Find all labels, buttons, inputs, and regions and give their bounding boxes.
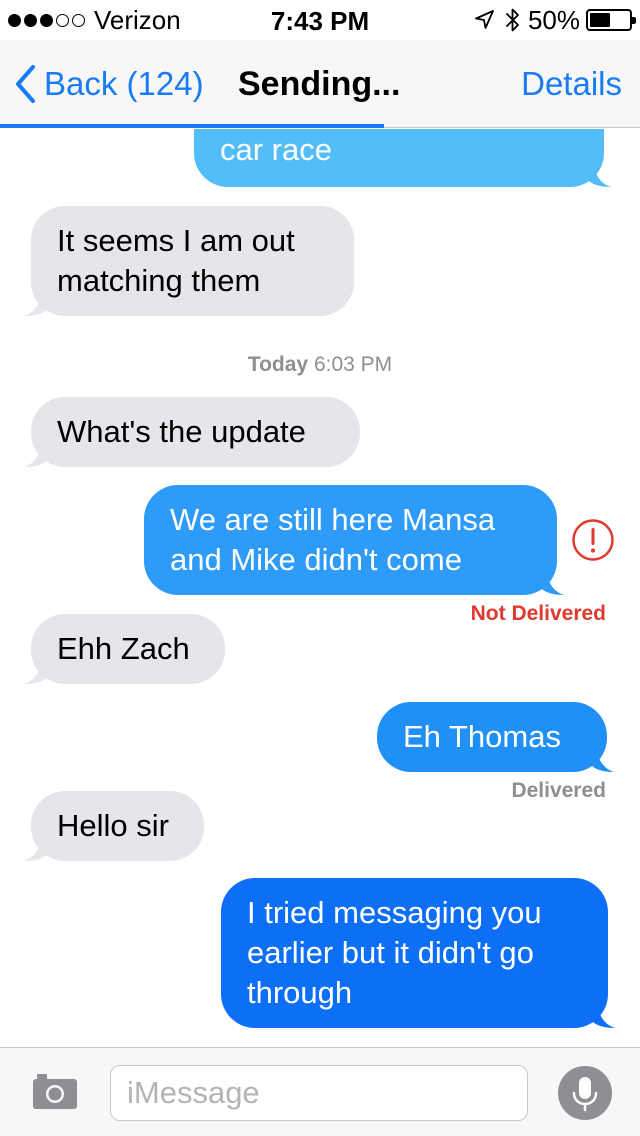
- battery-icon: [586, 9, 636, 31]
- microphone-icon: [572, 1077, 598, 1112]
- camera-icon[interactable]: [30, 1071, 80, 1111]
- not-delivered-status: Not Delivered: [470, 602, 606, 625]
- incoming-message-bubble[interactable]: Hello sir: [24, 791, 204, 861]
- send-progress-bar: [0, 124, 384, 128]
- bubble-tail: [24, 439, 48, 467]
- message-text: Eh Thomas: [403, 719, 561, 754]
- navigation-bar: Back (124) Sending... Details: [0, 40, 640, 128]
- details-button[interactable]: Details: [521, 62, 622, 106]
- message-text-line: through: [247, 975, 353, 1010]
- status-bar: Verizon 7:43 PM 50%: [0, 0, 640, 40]
- message-field[interactable]: [110, 1065, 528, 1121]
- message-input-bar: [0, 1047, 640, 1136]
- nav-title: Sending...: [238, 65, 401, 103]
- incoming-message-bubble[interactable]: Ehh Zach: [24, 614, 225, 684]
- bluetooth-icon: [506, 8, 519, 32]
- bubble-tail: [591, 1000, 615, 1028]
- battery-fill: [590, 13, 611, 27]
- message-text-line: We are still here Mansa: [170, 502, 496, 537]
- message-text: Ehh Zach: [57, 631, 190, 666]
- status-indicators: 50%: [472, 4, 636, 35]
- imessage-input[interactable]: [111, 1066, 527, 1120]
- bubble-tail: [587, 159, 611, 187]
- battery-percentage: 50%: [527, 4, 580, 35]
- microphone-button[interactable]: [558, 1066, 612, 1120]
- message-text-line: I tried messaging you: [247, 895, 542, 930]
- outgoing-message-bubble[interactable]: car race: [194, 129, 611, 187]
- message-text-line: matching them: [57, 263, 261, 298]
- delivered-status: Delivered: [511, 779, 606, 802]
- message-text: Hello sir: [57, 808, 169, 843]
- incoming-message-bubble[interactable]: It seems I am out matching them: [24, 206, 354, 316]
- outgoing-message-bubble[interactable]: We are still here Mansa and Mike didn't …: [144, 485, 564, 595]
- bubble-tail: [540, 567, 564, 595]
- back-button-label: Back (124): [44, 65, 204, 102]
- battery-nub: [632, 17, 636, 24]
- bubble-tail: [24, 656, 48, 684]
- outgoing-message-bubble[interactable]: I tried messaging you earlier but it did…: [221, 878, 615, 1028]
- timestamp-time: 6:03 PM: [313, 353, 393, 376]
- back-button[interactable]: Back (124): [14, 62, 204, 106]
- timestamp-day: Today: [247, 353, 309, 376]
- bubble-tail: [24, 288, 48, 316]
- conversation-timestamp: Today 6:03 PM: [0, 353, 640, 377]
- message-text-line: It seems I am out: [57, 223, 295, 258]
- message-text: What's the update: [57, 414, 306, 449]
- message-text-line: and Mike didn't come: [170, 542, 462, 577]
- bubble-tail: [24, 833, 48, 861]
- bubble-tail: [590, 744, 614, 772]
- exclamation-circle-icon[interactable]: [571, 518, 615, 562]
- message-text: car race: [220, 132, 332, 167]
- outgoing-message-bubble[interactable]: Eh Thomas: [377, 702, 614, 772]
- location-arrow-icon: [475, 10, 494, 29]
- message-transcript[interactable]: car race It seems I am out matching them…: [0, 129, 640, 1047]
- incoming-message-bubble[interactable]: What's the update: [24, 397, 360, 467]
- message-text-line: earlier but it didn't go: [247, 935, 534, 970]
- chevron-left-icon: [16, 65, 35, 103]
